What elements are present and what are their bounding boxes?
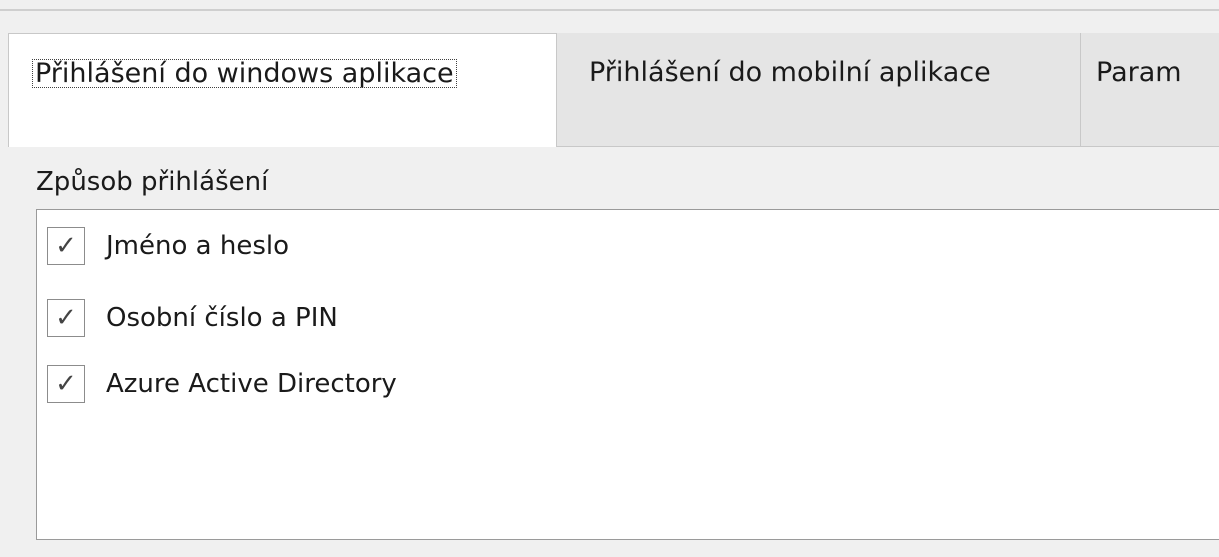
login-method-item-name-password[interactable]: ✓ Jméno a heslo <box>47 226 289 266</box>
tab-windows-login[interactable]: Přihlášení do windows aplikace <box>8 33 557 147</box>
login-method-list[interactable]: ✓ Jméno a heslo ✓ Osobní číslo a PIN ✓ A… <box>36 209 1219 540</box>
login-method-item-azure-ad[interactable]: ✓ Azure Active Directory <box>47 364 397 404</box>
name-password-checkbox[interactable]: ✓ <box>47 227 85 265</box>
top-border <box>0 9 1219 11</box>
tab-mobile-login[interactable]: Přihlášení do mobilní aplikace <box>557 33 1081 147</box>
checkmark-icon: ✓ <box>55 303 77 333</box>
name-password-label: Jméno a heslo <box>106 231 289 261</box>
tab-parameters[interactable]: Param <box>1081 33 1219 147</box>
login-method-item-personal-number-pin[interactable]: ✓ Osobní číslo a PIN <box>47 298 338 338</box>
personal-number-pin-checkbox[interactable]: ✓ <box>47 299 85 337</box>
personal-number-pin-label: Osobní číslo a PIN <box>106 303 338 333</box>
azure-ad-checkbox[interactable]: ✓ <box>47 365 85 403</box>
checkmark-icon: ✓ <box>55 231 77 261</box>
tab-panel-windows-login: Způsob přihlášení ✓ Jméno a heslo ✓ Osob… <box>8 147 1219 557</box>
tab-parameters-label: Param <box>1096 57 1182 88</box>
tab-mobile-login-label: Přihlášení do mobilní aplikace <box>589 57 991 88</box>
azure-ad-label: Azure Active Directory <box>106 369 397 399</box>
login-method-section-label: Způsob přihlášení <box>36 167 269 197</box>
tab-strip: Přihlášení do windows aplikace Přihlášen… <box>8 33 1219 147</box>
checkmark-icon: ✓ <box>55 369 77 399</box>
tab-windows-login-label: Přihlášení do windows aplikace <box>32 59 457 88</box>
